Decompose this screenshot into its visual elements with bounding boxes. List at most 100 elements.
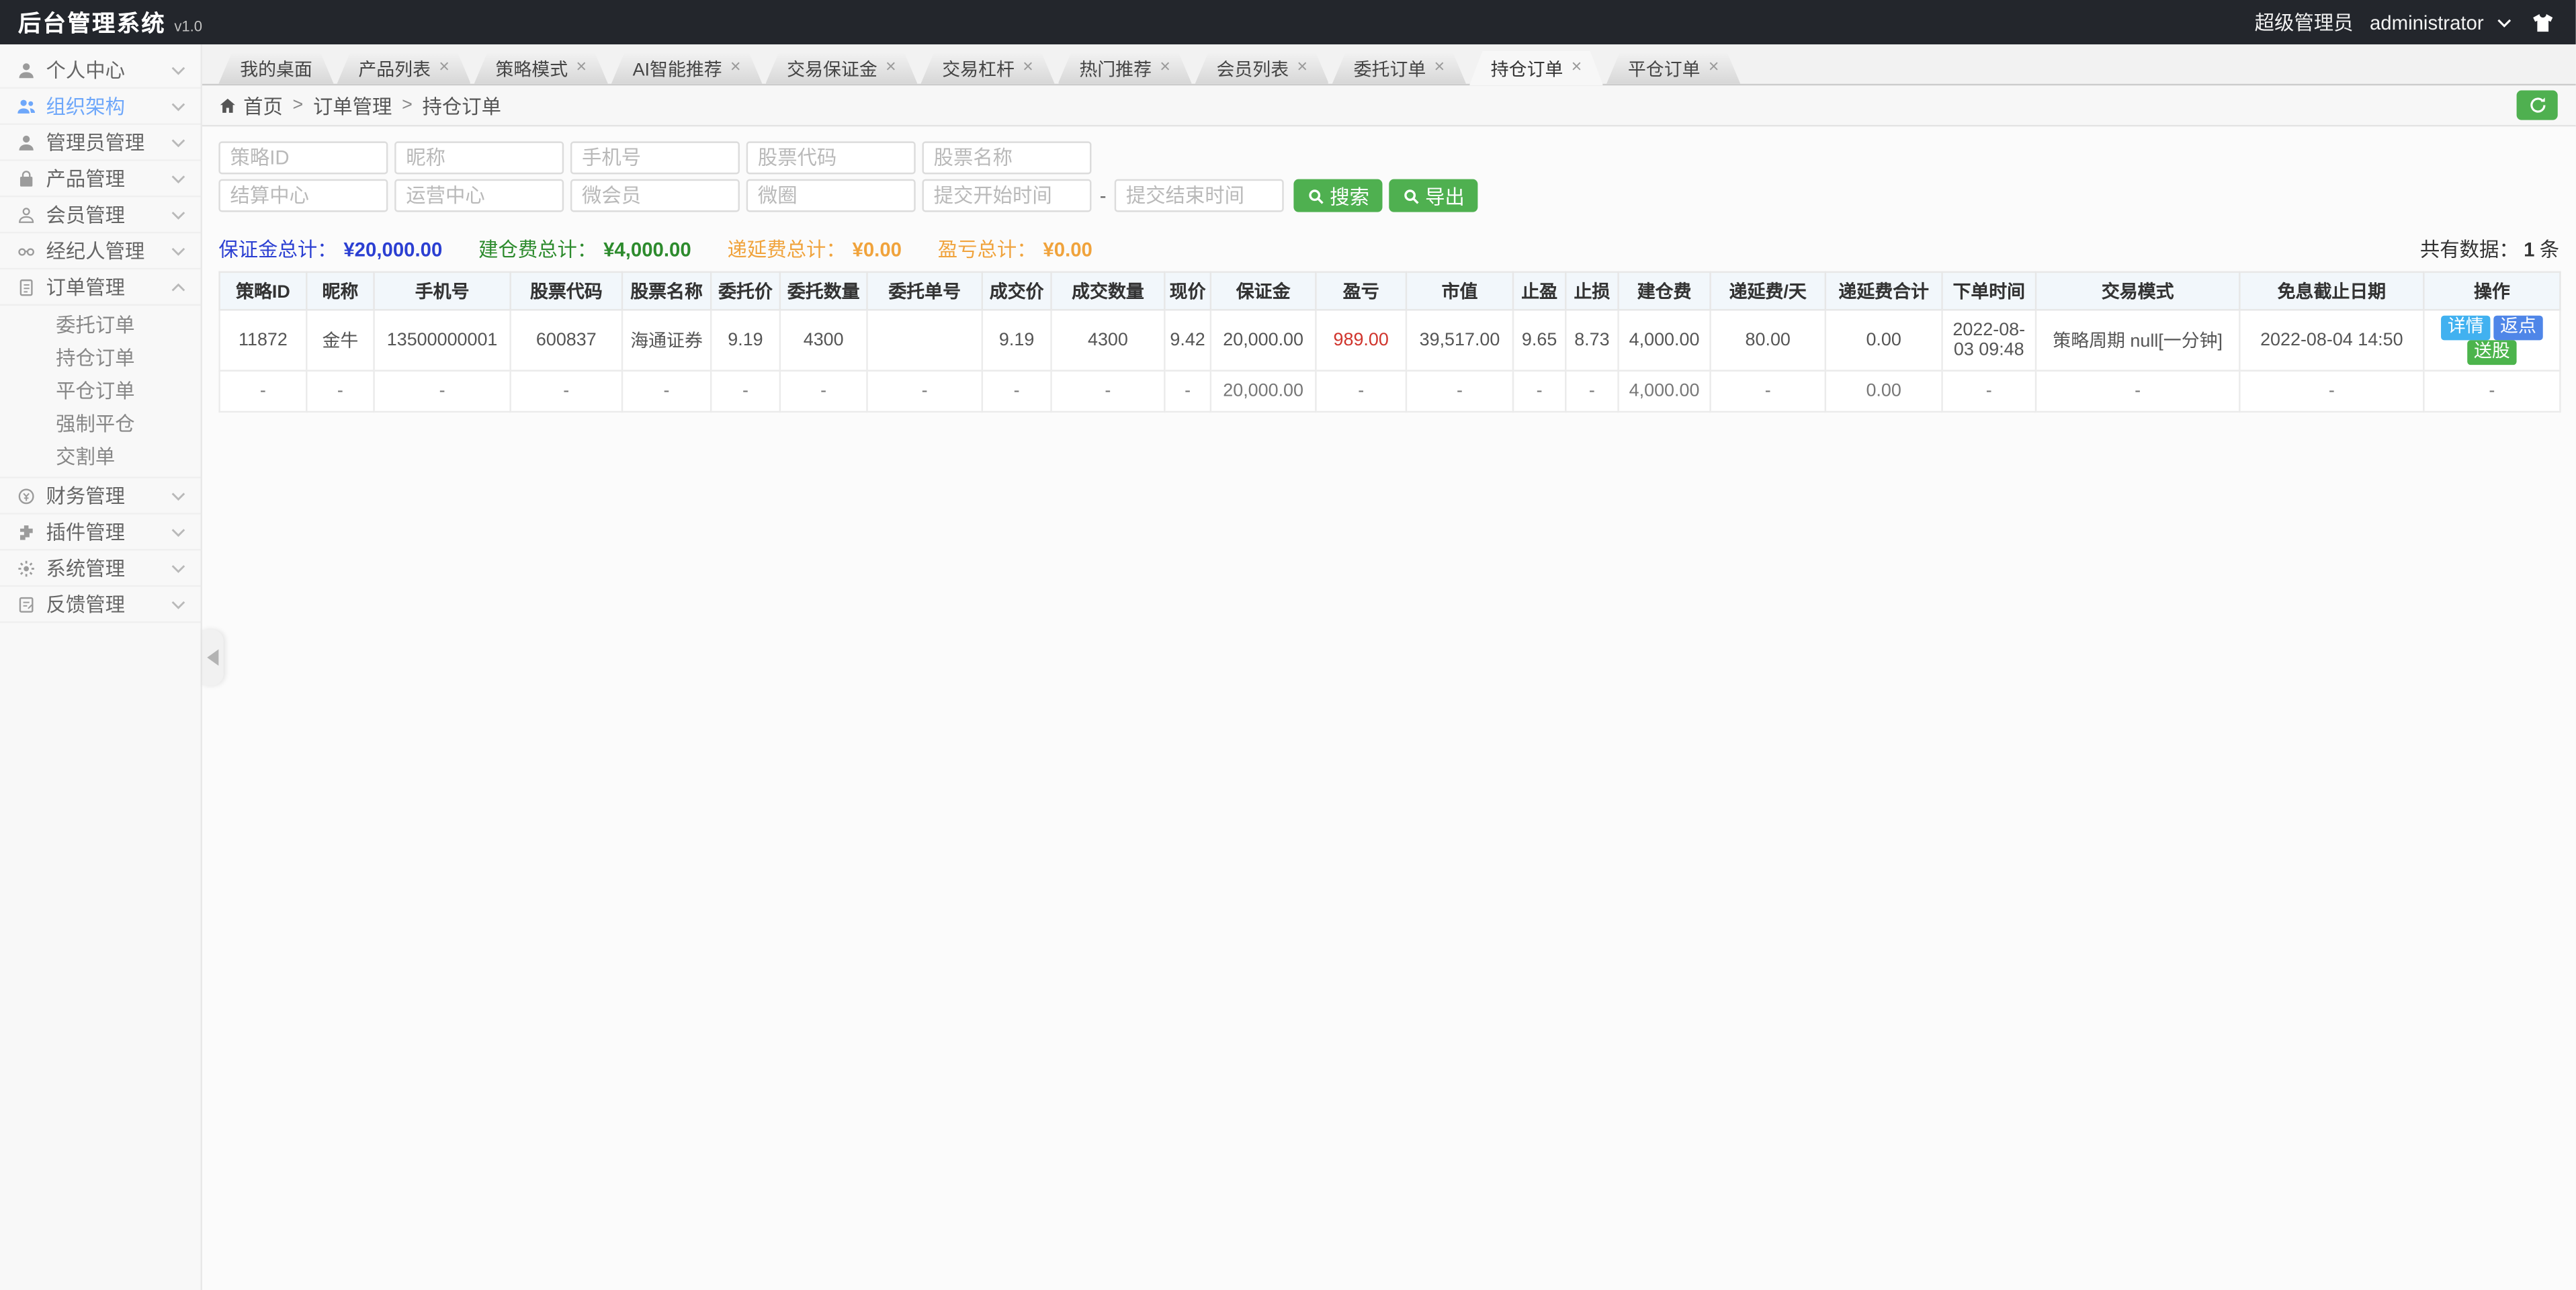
search-input-1-0[interactable] — [218, 141, 388, 174]
close-icon[interactable]: × — [1160, 59, 1170, 77]
app-title: 后台管理系统 — [18, 6, 166, 39]
chevron-down-icon — [171, 210, 185, 220]
search-input-2-4[interactable] — [922, 179, 1091, 212]
sidebar-item-finance[interactable]: 财务管理 — [0, 478, 200, 515]
tab-AI智能推荐[interactable]: AI智能推荐× — [611, 52, 763, 83]
total-label: 递延费总计： — [728, 239, 846, 261]
chevron-down-icon — [171, 490, 185, 501]
tab-产品列表[interactable]: 产品列表× — [337, 52, 471, 83]
search-input-2-0[interactable] — [218, 179, 388, 212]
close-icon[interactable]: × — [730, 59, 741, 77]
record-count-unit: 条 — [2540, 239, 2559, 261]
export-button[interactable]: 导出 — [1389, 179, 1477, 212]
close-icon[interactable]: × — [576, 59, 587, 77]
search-input-1-4[interactable] — [922, 141, 1091, 174]
tab-会员列表[interactable]: 会员列表× — [1195, 52, 1329, 83]
tab-策略模式[interactable]: 策略模式 × — [474, 52, 608, 83]
search-input-1-2[interactable] — [570, 141, 740, 174]
tab-我的桌面[interactable]: 我的桌面 — [218, 52, 333, 83]
sidebar-item-member[interactable]: 会员管理 — [0, 198, 200, 234]
breadcrumb-item-order-mgmt[interactable]: 订单管理 — [313, 91, 392, 120]
close-icon[interactable]: × — [1434, 59, 1445, 77]
user-menu[interactable]: 超级管理员 administrator — [2255, 8, 2554, 36]
table-total-cell: - — [1711, 371, 1826, 412]
sidebar-subitem[interactable]: 持仓订单 — [0, 342, 200, 375]
table-header-cell: 操作 — [2423, 272, 2560, 310]
sidebar-subitem[interactable]: 强制平仓 — [0, 408, 200, 441]
table-total-row: -----------20,000.00----4,000.00-0.00---… — [220, 371, 2561, 412]
sidebar-item-admin[interactable]: 管理员管理 — [0, 125, 200, 161]
table-header-cell: 递延费合计 — [1826, 272, 1942, 310]
sidebar-subitem[interactable]: 平仓订单 — [0, 375, 200, 408]
table-cell: 海通证券 — [622, 310, 711, 371]
table-total-cell: - — [511, 371, 622, 412]
breadcrumb-separator: > — [293, 95, 304, 115]
table-actions-cell: 详情返点送股 — [2423, 310, 2560, 371]
admin-app: 后台管理系统 v1.0 超级管理员 administrator 个人中心组织架构… — [0, 0, 2576, 1290]
action-button-返点[interactable]: 返点 — [2493, 316, 2542, 341]
search-input-1-1[interactable] — [394, 141, 564, 174]
total-label: 建仓费总计： — [478, 239, 597, 261]
table-cell — [867, 310, 982, 371]
table-cell: 4300 — [780, 310, 867, 371]
record-count-value: 1 — [2524, 239, 2534, 261]
order-icon — [16, 277, 36, 296]
action-button-详情[interactable]: 详情 — [2441, 316, 2490, 341]
tab-交易保证金[interactable]: 交易保证金× — [765, 52, 917, 83]
close-icon[interactable]: × — [439, 59, 449, 77]
table-header-cell: 成交数量 — [1051, 272, 1165, 310]
table-total-cell: - — [622, 371, 711, 412]
table-header-cell: 现价 — [1164, 272, 1211, 310]
sidebar-item-org[interactable]: 组织架构 — [0, 89, 200, 125]
table-cell: 4300 — [1051, 310, 1165, 371]
end-time-input[interactable] — [1115, 179, 1284, 212]
sidebar-item-order[interactable]: 订单管理 — [0, 269, 200, 306]
search-form-row-1 — [218, 141, 2559, 174]
table-header-cell: 建仓费 — [1619, 272, 1711, 310]
sidebar-subitem[interactable]: 委托订单 — [0, 309, 200, 342]
close-icon[interactable]: × — [886, 59, 896, 77]
total-value: ¥0.00 — [1043, 239, 1092, 261]
sidebar-collapse-handle[interactable] — [202, 630, 224, 685]
search-input-1-3[interactable] — [746, 141, 916, 174]
sidebar-item-product[interactable]: 产品管理 — [0, 161, 200, 198]
sidebar-item-label: 个人中心 — [46, 56, 125, 84]
sidebar-item-label: 插件管理 — [46, 518, 125, 546]
refresh-button[interactable] — [2517, 91, 2558, 120]
tab-委托订单[interactable]: 委托订单× — [1332, 52, 1466, 83]
table-header-cell: 保证金 — [1211, 272, 1316, 310]
action-button-送股[interactable]: 送股 — [2467, 340, 2516, 365]
breadcrumb-home[interactable]: 首页 — [218, 91, 282, 120]
close-icon[interactable]: × — [1297, 59, 1307, 77]
tab-持仓订单[interactable]: 持仓订单× — [1469, 51, 1603, 85]
search-input-2-2[interactable] — [570, 179, 740, 212]
sidebar-item-system[interactable]: 系统管理 — [0, 551, 200, 587]
close-icon[interactable]: × — [1023, 59, 1033, 77]
close-icon[interactable]: × — [1709, 59, 1719, 77]
theme-tshirt-icon[interactable] — [2532, 11, 2554, 34]
table-header-row: 策略ID昵称手机号股票代码股票名称委托价委托数量委托单号成交价成交数量现价保证金… — [220, 272, 2561, 310]
search-input-2-3[interactable] — [746, 179, 916, 212]
tab-label: 策略模式 — [495, 55, 568, 81]
sidebar-item-feedback[interactable]: 反馈管理 — [0, 587, 200, 623]
search-input-2-1[interactable] — [394, 179, 564, 212]
sidebar-subitem[interactable]: 交割单 — [0, 441, 200, 474]
search-button[interactable]: 搜索 — [1293, 179, 1382, 212]
sidebar-item-user[interactable]: 个人中心 — [0, 52, 200, 89]
close-icon[interactable]: × — [1572, 59, 1582, 77]
date-range-separator: - — [1098, 184, 1108, 207]
tab-label: 交易杠杆 — [942, 55, 1015, 81]
table-total-cell: - — [306, 371, 374, 412]
tab-交易杠杆[interactable]: 交易杠杆 × — [920, 52, 1054, 83]
tab-平仓订单[interactable]: 平仓订单× — [1606, 52, 1740, 83]
sidebar-item-broker[interactable]: 经纪人管理 — [0, 233, 200, 269]
member-icon — [16, 205, 36, 224]
table-cell: 9.42 — [1164, 310, 1211, 371]
breadcrumb-item-current: 持仓订单 — [423, 91, 501, 120]
chevron-down-icon — [171, 101, 185, 111]
sidebar-item-plugin[interactable]: 插件管理 — [0, 515, 200, 551]
breadcrumb-bar: 首页 > 订单管理 > 持仓订单 — [202, 85, 2576, 126]
table-cell: 4,000.00 — [1619, 310, 1711, 371]
tab-热门推荐[interactable]: 热门推荐× — [1058, 52, 1192, 83]
table-header-cell: 策略ID — [220, 272, 307, 310]
